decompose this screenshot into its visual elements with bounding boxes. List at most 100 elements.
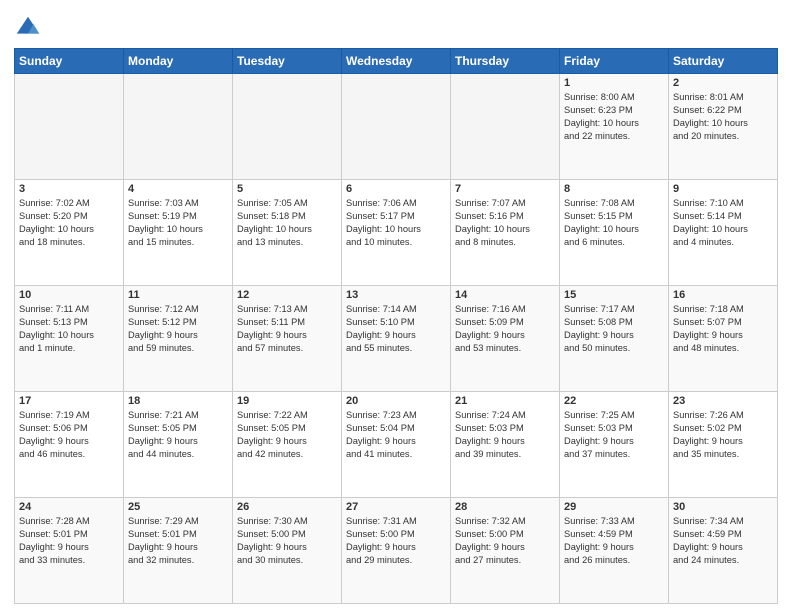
calendar-cell: 5 Sunrise: 7:05 AM Sunset: 5:18 PM Daylig… (233, 180, 342, 286)
calendar-week-row: 1 Sunrise: 8:00 AM Sunset: 6:23 PM Daylig… (15, 74, 778, 180)
calendar-cell: 11 Sunrise: 7:12 AM Sunset: 5:12 PM Dayli… (124, 286, 233, 392)
day-number: 15 (564, 289, 664, 301)
calendar-cell: 25 Sunrise: 7:29 AM Sunset: 5:01 PM Dayli… (124, 498, 233, 604)
cell-info: Sunrise: 7:31 AM Sunset: 5:00 PM Dayligh… (346, 515, 446, 567)
cell-info: Sunrise: 7:12 AM Sunset: 5:12 PM Dayligh… (128, 303, 228, 355)
calendar-cell: 15 Sunrise: 7:17 AM Sunset: 5:08 PM Dayli… (560, 286, 669, 392)
calendar-cell: 26 Sunrise: 7:30 AM Sunset: 5:00 PM Dayli… (233, 498, 342, 604)
cell-info: Sunrise: 7:26 AM Sunset: 5:02 PM Dayligh… (673, 409, 773, 461)
day-number: 6 (346, 183, 446, 195)
day-number: 24 (19, 501, 119, 513)
calendar-cell (15, 74, 124, 180)
calendar-cell: 16Sunrise: 7:18 AM Sunset: 5:07 PM Dayli… (669, 286, 778, 392)
cell-info: Sunrise: 7:30 AM Sunset: 5:00 PM Dayligh… (237, 515, 337, 567)
cell-info: Sunrise: 7:32 AM Sunset: 5:00 PM Dayligh… (455, 515, 555, 567)
day-number: 10 (19, 289, 119, 301)
calendar-week-row: 17 Sunrise: 7:19 AM Sunset: 5:06 PM Dayli… (15, 392, 778, 498)
cell-info: Sunrise: 7:11 AM Sunset: 5:13 PM Dayligh… (19, 303, 119, 355)
day-number: 30 (673, 501, 773, 513)
day-number: 13 (346, 289, 446, 301)
day-number: 26 (237, 501, 337, 513)
calendar-cell: 3Sunrise: 7:02 AM Sunset: 5:20 PM Daylig… (15, 180, 124, 286)
calendar-header-sunday: Sunday (15, 49, 124, 74)
calendar-cell: 28 Sunrise: 7:32 AM Sunset: 5:00 PM Dayli… (451, 498, 560, 604)
calendar-header-saturday: Saturday (669, 49, 778, 74)
day-number: 5 (237, 183, 337, 195)
cell-info: Sunrise: 7:19 AM Sunset: 5:06 PM Dayligh… (19, 409, 119, 461)
calendar-cell: 17 Sunrise: 7:19 AM Sunset: 5:06 PM Dayli… (15, 392, 124, 498)
calendar-cell (451, 74, 560, 180)
day-number: 2 (673, 77, 773, 89)
calendar-cell (342, 74, 451, 180)
calendar-cell: 13 Sunrise: 7:14 AM Sunset: 5:10 PM Dayli… (342, 286, 451, 392)
day-number: 12 (237, 289, 337, 301)
cell-info: Sunrise: 7:23 AM Sunset: 5:04 PM Dayligh… (346, 409, 446, 461)
calendar-cell: 24Sunrise: 7:28 AM Sunset: 5:01 PM Dayli… (15, 498, 124, 604)
calendar-header-row: SundayMondayTuesdayWednesdayThursdayFrid… (15, 49, 778, 74)
day-number: 20 (346, 395, 446, 407)
calendar-header-tuesday: Tuesday (233, 49, 342, 74)
cell-info: Sunrise: 7:24 AM Sunset: 5:03 PM Dayligh… (455, 409, 555, 461)
cell-info: Sunrise: 8:00 AM Sunset: 6:23 PM Dayligh… (564, 91, 664, 143)
calendar-week-row: 24Sunrise: 7:28 AM Sunset: 5:01 PM Dayli… (15, 498, 778, 604)
calendar-cell: 14 Sunrise: 7:16 AM Sunset: 5:09 PM Dayli… (451, 286, 560, 392)
calendar-cell: 9 Sunrise: 7:10 AM Sunset: 5:14 PM Daylig… (669, 180, 778, 286)
calendar-cell: 19Sunrise: 7:22 AM Sunset: 5:05 PM Dayli… (233, 392, 342, 498)
day-number: 18 (128, 395, 228, 407)
calendar-cell: 22 Sunrise: 7:25 AM Sunset: 5:03 PM Dayli… (560, 392, 669, 498)
calendar-cell: 23 Sunrise: 7:26 AM Sunset: 5:02 PM Dayli… (669, 392, 778, 498)
calendar-cell: 7 Sunrise: 7:07 AM Sunset: 5:16 PM Daylig… (451, 180, 560, 286)
calendar-cell: 20 Sunrise: 7:23 AM Sunset: 5:04 PM Dayli… (342, 392, 451, 498)
header (14, 10, 778, 42)
calendar-week-row: 10 Sunrise: 7:11 AM Sunset: 5:13 PM Dayli… (15, 286, 778, 392)
calendar-week-row: 3Sunrise: 7:02 AM Sunset: 5:20 PM Daylig… (15, 180, 778, 286)
page: SundayMondayTuesdayWednesdayThursdayFrid… (0, 0, 792, 612)
calendar-header-wednesday: Wednesday (342, 49, 451, 74)
day-number: 22 (564, 395, 664, 407)
calendar-header-thursday: Thursday (451, 49, 560, 74)
day-number: 11 (128, 289, 228, 301)
day-number: 4 (128, 183, 228, 195)
calendar-cell: 4 Sunrise: 7:03 AM Sunset: 5:19 PM Daylig… (124, 180, 233, 286)
cell-info: Sunrise: 7:14 AM Sunset: 5:10 PM Dayligh… (346, 303, 446, 355)
cell-info: Sunrise: 7:34 AM Sunset: 4:59 PM Dayligh… (673, 515, 773, 567)
cell-info: Sunrise: 7:10 AM Sunset: 5:14 PM Dayligh… (673, 197, 773, 249)
cell-info: Sunrise: 8:01 AM Sunset: 6:22 PM Dayligh… (673, 91, 773, 143)
calendar-cell: 12 Sunrise: 7:13 AM Sunset: 5:11 PM Dayli… (233, 286, 342, 392)
calendar-cell: 8Sunrise: 7:08 AM Sunset: 5:15 PM Daylig… (560, 180, 669, 286)
day-number: 25 (128, 501, 228, 513)
cell-info: Sunrise: 7:17 AM Sunset: 5:08 PM Dayligh… (564, 303, 664, 355)
calendar-cell: 1 Sunrise: 8:00 AM Sunset: 6:23 PM Daylig… (560, 74, 669, 180)
calendar-cell: 29Sunrise: 7:33 AM Sunset: 4:59 PM Dayli… (560, 498, 669, 604)
cell-info: Sunrise: 7:03 AM Sunset: 5:19 PM Dayligh… (128, 197, 228, 249)
day-number: 29 (564, 501, 664, 513)
day-number: 7 (455, 183, 555, 195)
calendar-cell: 6Sunrise: 7:06 AM Sunset: 5:17 PM Daylig… (342, 180, 451, 286)
cell-info: Sunrise: 7:07 AM Sunset: 5:16 PM Dayligh… (455, 197, 555, 249)
calendar-cell: 27 Sunrise: 7:31 AM Sunset: 5:00 PM Dayli… (342, 498, 451, 604)
calendar-header-friday: Friday (560, 49, 669, 74)
calendar-cell: 18Sunrise: 7:21 AM Sunset: 5:05 PM Dayli… (124, 392, 233, 498)
cell-info: Sunrise: 7:22 AM Sunset: 5:05 PM Dayligh… (237, 409, 337, 461)
calendar-cell (124, 74, 233, 180)
cell-info: Sunrise: 7:25 AM Sunset: 5:03 PM Dayligh… (564, 409, 664, 461)
cell-info: Sunrise: 7:16 AM Sunset: 5:09 PM Dayligh… (455, 303, 555, 355)
day-number: 21 (455, 395, 555, 407)
calendar-cell: 30 Sunrise: 7:34 AM Sunset: 4:59 PM Dayli… (669, 498, 778, 604)
cell-info: Sunrise: 7:29 AM Sunset: 5:01 PM Dayligh… (128, 515, 228, 567)
day-number: 17 (19, 395, 119, 407)
day-number: 1 (564, 77, 664, 89)
day-number: 8 (564, 183, 664, 195)
cell-info: Sunrise: 7:05 AM Sunset: 5:18 PM Dayligh… (237, 197, 337, 249)
cell-info: Sunrise: 7:13 AM Sunset: 5:11 PM Dayligh… (237, 303, 337, 355)
day-number: 23 (673, 395, 773, 407)
day-number: 27 (346, 501, 446, 513)
calendar-table: SundayMondayTuesdayWednesdayThursdayFrid… (14, 48, 778, 604)
day-number: 28 (455, 501, 555, 513)
cell-info: Sunrise: 7:18 AM Sunset: 5:07 PM Dayligh… (673, 303, 773, 355)
day-number: 3 (19, 183, 119, 195)
calendar-cell: 21 Sunrise: 7:24 AM Sunset: 5:03 PM Dayli… (451, 392, 560, 498)
calendar-cell (233, 74, 342, 180)
day-number: 14 (455, 289, 555, 301)
day-number: 9 (673, 183, 773, 195)
